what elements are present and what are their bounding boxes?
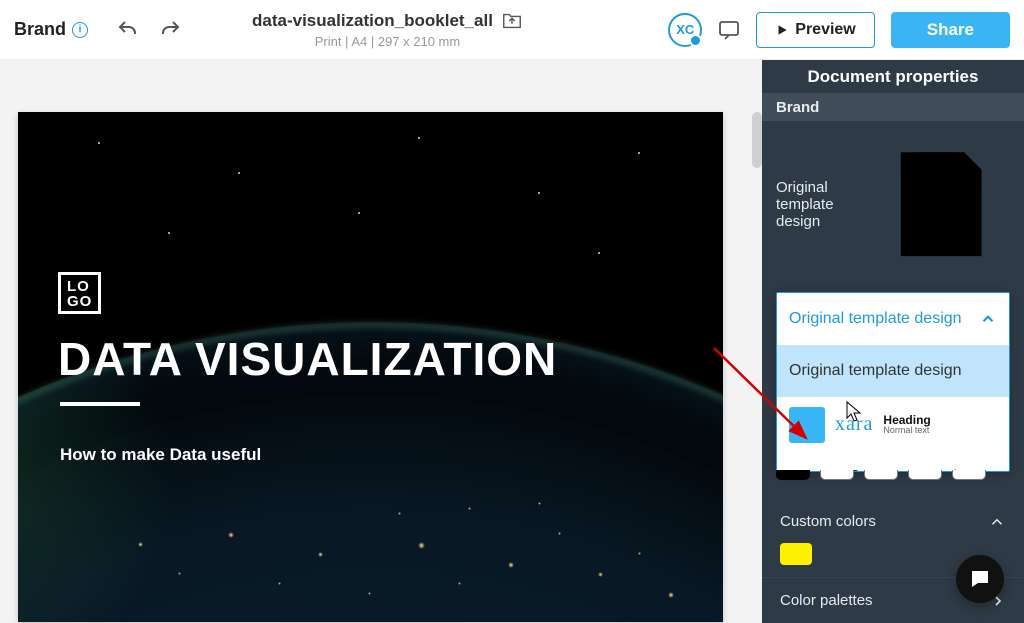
user-avatar[interactable]: XC (668, 13, 702, 47)
chat-icon (717, 18, 741, 42)
preview-button[interactable]: Preview (756, 12, 874, 48)
top-bar: Brand i data-visualization_booklet_all P… (0, 0, 1024, 60)
create-brand-button[interactable]: + Create a Brand (777, 453, 1009, 472)
chevron-up-icon (988, 513, 1006, 531)
dropdown-option-xara-brand[interactable]: xara Heading Normal text (777, 397, 1009, 453)
brand-color-swatch (789, 407, 825, 443)
undo-icon[interactable] (116, 18, 140, 42)
vertical-scrollbar[interactable] (752, 112, 762, 168)
undo-redo-group (116, 18, 182, 42)
custom-colors-row[interactable]: Custom colors (762, 497, 1024, 539)
swatch-row-peek (776, 470, 1010, 490)
properties-panel: Document properties Brand Original templ… (762, 60, 1024, 623)
dropdown-selected[interactable]: Original template design (777, 293, 1009, 345)
title-underline (60, 402, 140, 406)
template-design-label: Original template design (776, 179, 872, 230)
document-title[interactable]: data-visualization_booklet_all (252, 11, 493, 31)
chat-bubble-icon (968, 567, 992, 591)
brand-label: Brand (14, 19, 66, 40)
logo-placeholder[interactable]: LO GO (58, 272, 101, 314)
canvas-area[interactable]: LO GO DATA VISUALIZATION How to make Dat… (0, 60, 762, 623)
dropdown-option-original[interactable]: Original template design (777, 345, 1009, 397)
play-icon (775, 23, 789, 37)
brand-dropdown: Original template design Original templa… (776, 292, 1010, 472)
chevron-up-icon (979, 310, 997, 328)
template-design-row: Original template design (762, 121, 1024, 287)
share-button[interactable]: Share (891, 12, 1010, 48)
page-title-text[interactable]: DATA VISUALIZATION (58, 332, 557, 386)
panel-title: Document properties (762, 60, 1024, 93)
help-chat-button[interactable] (956, 555, 1004, 603)
brand-normal-sample: Normal text (883, 426, 930, 435)
document-title-block: data-visualization_booklet_all Print | A… (252, 10, 523, 49)
document-page[interactable]: LO GO DATA VISUALIZATION How to make Dat… (18, 112, 723, 622)
save-template-icon[interactable] (872, 135, 1010, 273)
brand-menu-button[interactable]: Brand i (14, 19, 88, 40)
comments-button[interactable] (712, 13, 746, 47)
custom-color-swatch-yellow[interactable] (780, 543, 812, 565)
page-subtitle-text[interactable]: How to make Data useful (60, 445, 261, 465)
info-icon: i (72, 22, 88, 38)
panel-section-brand[interactable]: Brand (762, 93, 1024, 121)
brand-xara-logo: xara (835, 413, 873, 436)
redo-icon[interactable] (158, 18, 182, 42)
document-meta: Print | A4 | 297 x 210 mm (252, 34, 523, 49)
avatar-badge-icon (689, 34, 702, 47)
export-folder-icon[interactable] (501, 10, 523, 32)
